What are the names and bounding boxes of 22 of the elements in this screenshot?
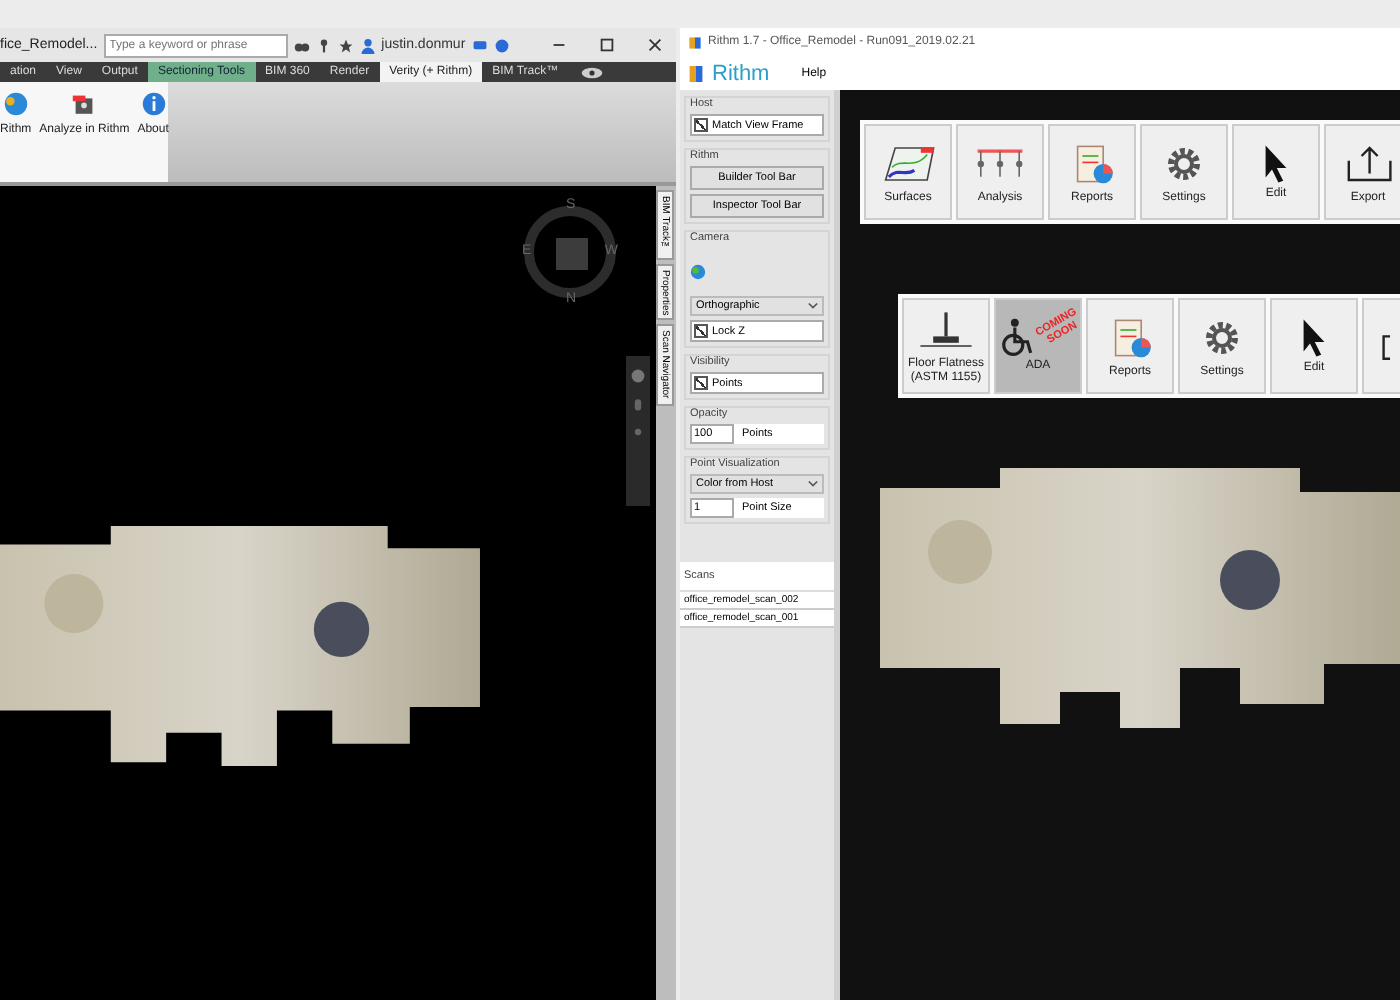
- app-logo-icon: [688, 35, 702, 49]
- orbit-icon[interactable]: [630, 368, 646, 384]
- cursor-icon: [1264, 143, 1288, 184]
- key-icon[interactable]: [315, 37, 332, 53]
- caret-icon: [808, 480, 818, 488]
- maximize-icon[interactable]: [598, 36, 616, 54]
- cursor-icon: [1302, 317, 1326, 358]
- zoom-icon[interactable]: [630, 424, 646, 440]
- eye-icon[interactable]: [580, 65, 605, 79]
- hand-icon[interactable]: [630, 396, 646, 412]
- globe-icon[interactable]: [690, 264, 706, 280]
- close-icon[interactable]: [646, 36, 664, 54]
- app-logo-icon: [688, 63, 704, 83]
- globe-icon: [1, 90, 30, 118]
- app-logo-text: Rithm: [712, 61, 770, 85]
- navigation-bar[interactable]: [626, 356, 650, 506]
- help-icon[interactable]: [493, 37, 510, 53]
- caret-icon: [808, 302, 818, 310]
- star-icon[interactable]: [337, 37, 354, 53]
- chat-icon[interactable]: [471, 37, 488, 53]
- user-icon[interactable]: [359, 37, 376, 53]
- wheelchair-icon: [1002, 318, 1034, 357]
